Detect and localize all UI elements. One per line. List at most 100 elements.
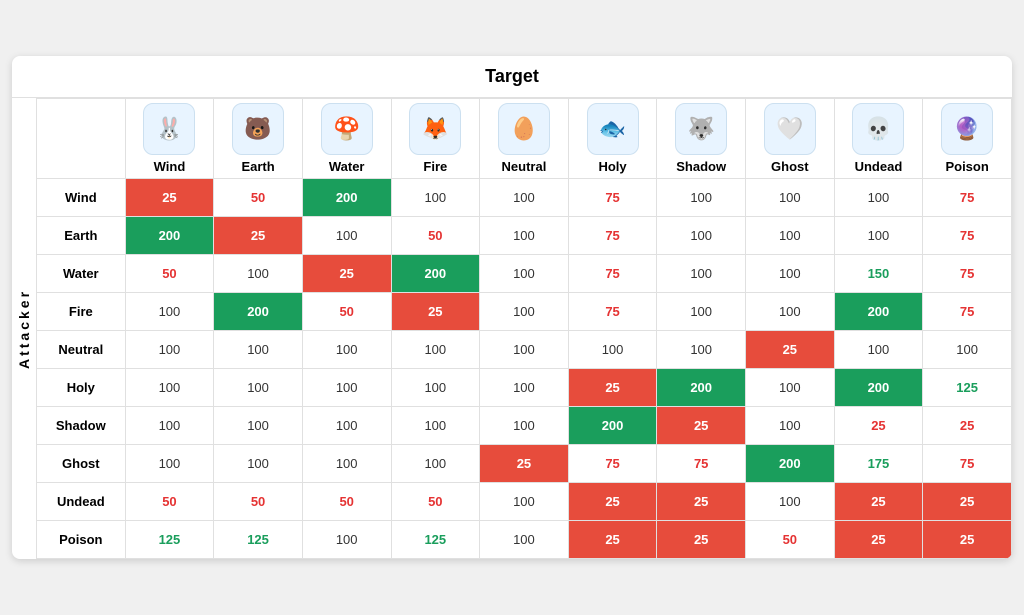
cell-shadow-ghost: 100	[746, 407, 835, 445]
col-label-shadow: Shadow	[676, 159, 726, 174]
cell-undead-holy: 25	[568, 483, 657, 521]
undead-icon: 💀	[852, 103, 904, 155]
cell-neutral-holy: 100	[568, 331, 657, 369]
cell-holy-water: 100	[302, 369, 391, 407]
cell-poison-shadow: 25	[657, 521, 746, 559]
cell-poison-holy: 25	[568, 521, 657, 559]
cell-undead-water: 50	[302, 483, 391, 521]
cell-ghost-water: 100	[302, 445, 391, 483]
cell-neutral-poison: 100	[923, 331, 1012, 369]
cell-wind-undead: 100	[834, 179, 923, 217]
cell-water-water: 25	[302, 255, 391, 293]
cell-neutral-earth: 100	[214, 331, 303, 369]
cell-poison-neutral: 100	[480, 521, 569, 559]
col-label-neutral: Neutral	[502, 159, 547, 174]
cell-water-ghost: 100	[746, 255, 835, 293]
col-header-poison: 🔮 Poison	[923, 99, 1012, 179]
col-label-undead: Undead	[855, 159, 903, 174]
corner-cell	[37, 99, 126, 179]
cell-earth-ghost: 100	[746, 217, 835, 255]
cell-undead-wind: 50	[125, 483, 214, 521]
cell-poison-ghost: 50	[746, 521, 835, 559]
cell-shadow-poison: 25	[923, 407, 1012, 445]
holy-icon: 🐟	[587, 103, 639, 155]
cell-earth-holy: 75	[568, 217, 657, 255]
col-header-fire: 🦊 Fire	[391, 99, 480, 179]
cell-fire-neutral: 100	[480, 293, 569, 331]
table-row: Shadow100100100100100200251002525	[37, 407, 1012, 445]
row-label-poison: Poison	[37, 521, 126, 559]
cell-fire-ghost: 100	[746, 293, 835, 331]
attacker-label: Attacker	[12, 98, 36, 559]
cell-poison-water: 100	[302, 521, 391, 559]
cell-undead-earth: 50	[214, 483, 303, 521]
row-label-fire: Fire	[37, 293, 126, 331]
cell-holy-fire: 100	[391, 369, 480, 407]
cell-water-shadow: 100	[657, 255, 746, 293]
cell-wind-fire: 100	[391, 179, 480, 217]
cell-water-poison: 75	[923, 255, 1012, 293]
cell-poison-earth: 125	[214, 521, 303, 559]
col-label-wind: Wind	[154, 159, 186, 174]
cell-holy-wind: 100	[125, 369, 214, 407]
cell-holy-earth: 100	[214, 369, 303, 407]
table-row: Holy10010010010010025200100200125	[37, 369, 1012, 407]
cell-ghost-earth: 100	[214, 445, 303, 483]
cell-wind-water: 200	[302, 179, 391, 217]
cell-ghost-fire: 100	[391, 445, 480, 483]
cell-neutral-ghost: 25	[746, 331, 835, 369]
wind-icon: 🐰	[143, 103, 195, 155]
cell-fire-earth: 200	[214, 293, 303, 331]
cell-undead-ghost: 100	[746, 483, 835, 521]
cell-water-holy: 75	[568, 255, 657, 293]
cell-fire-fire: 25	[391, 293, 480, 331]
cell-ghost-wind: 100	[125, 445, 214, 483]
cell-neutral-fire: 100	[391, 331, 480, 369]
cell-ghost-neutral: 25	[480, 445, 569, 483]
cell-wind-wind: 25	[125, 179, 214, 217]
cell-holy-poison: 125	[923, 369, 1012, 407]
row-label-holy: Holy	[37, 369, 126, 407]
cell-undead-neutral: 100	[480, 483, 569, 521]
earth-icon: 🐻	[232, 103, 284, 155]
cell-wind-shadow: 100	[657, 179, 746, 217]
col-header-shadow: 🐺 Shadow	[657, 99, 746, 179]
cell-neutral-neutral: 100	[480, 331, 569, 369]
row-label-ghost: Ghost	[37, 445, 126, 483]
cell-ghost-holy: 75	[568, 445, 657, 483]
col-header-ghost: 🤍 Ghost	[746, 99, 835, 179]
col-label-poison: Poison	[945, 159, 988, 174]
table-row: Fire10020050251007510010020075	[37, 293, 1012, 331]
row-label-neutral: Neutral	[37, 331, 126, 369]
table-row: Earth20025100501007510010010075	[37, 217, 1012, 255]
cell-fire-water: 50	[302, 293, 391, 331]
cell-earth-undead: 100	[834, 217, 923, 255]
cell-wind-neutral: 100	[480, 179, 569, 217]
cell-holy-holy: 25	[568, 369, 657, 407]
row-label-undead: Undead	[37, 483, 126, 521]
cell-earth-water: 100	[302, 217, 391, 255]
cell-poison-wind: 125	[125, 521, 214, 559]
cell-earth-earth: 25	[214, 217, 303, 255]
cell-holy-undead: 200	[834, 369, 923, 407]
col-label-earth: Earth	[241, 159, 274, 174]
effectiveness-table: 🐰 Wind 🐻 Earth 🍄 Water 🦊 Fire 🥚 Neutral …	[36, 98, 1012, 559]
neutral-icon: 🥚	[498, 103, 550, 155]
table-row: Water50100252001007510010015075	[37, 255, 1012, 293]
cell-neutral-shadow: 100	[657, 331, 746, 369]
row-label-earth: Earth	[37, 217, 126, 255]
table-row: Poison1251251001251002525502525	[37, 521, 1012, 559]
cell-shadow-neutral: 100	[480, 407, 569, 445]
cell-fire-holy: 75	[568, 293, 657, 331]
col-label-ghost: Ghost	[771, 159, 809, 174]
cell-water-earth: 100	[214, 255, 303, 293]
cell-poison-fire: 125	[391, 521, 480, 559]
cell-earth-shadow: 100	[657, 217, 746, 255]
table-row: Undead5050505010025251002525	[37, 483, 1012, 521]
cell-wind-holy: 75	[568, 179, 657, 217]
col-label-holy: Holy	[598, 159, 626, 174]
col-header-holy: 🐟 Holy	[568, 99, 657, 179]
cell-holy-ghost: 100	[746, 369, 835, 407]
cell-poison-poison: 25	[923, 521, 1012, 559]
cell-earth-poison: 75	[923, 217, 1012, 255]
